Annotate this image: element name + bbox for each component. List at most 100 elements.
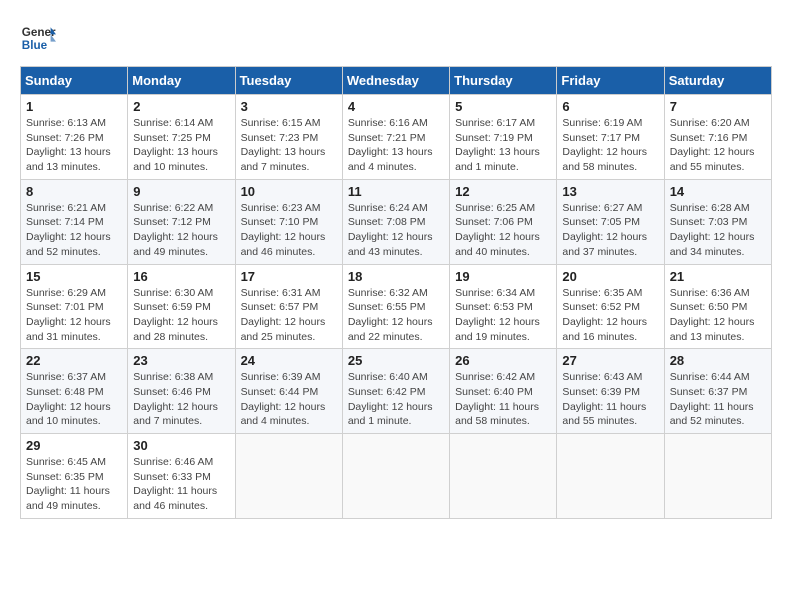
day-number: 9 xyxy=(133,184,229,199)
day-number: 12 xyxy=(455,184,551,199)
day-info: Sunrise: 6:42 AMSunset: 6:40 PMDaylight:… xyxy=(455,371,539,427)
calendar-cell xyxy=(342,434,449,519)
calendar-cell: 3 Sunrise: 6:15 AMSunset: 7:23 PMDaylight… xyxy=(235,95,342,180)
weekday-header-thursday: Thursday xyxy=(450,67,557,95)
calendar-cell: 20 Sunrise: 6:35 AMSunset: 6:52 PMDayligh… xyxy=(557,264,664,349)
logo-icon: General Blue xyxy=(20,20,56,56)
day-number: 4 xyxy=(348,99,444,114)
calendar-cell xyxy=(664,434,771,519)
day-number: 5 xyxy=(455,99,551,114)
day-number: 25 xyxy=(348,353,444,368)
day-number: 19 xyxy=(455,269,551,284)
calendar-cell: 28 Sunrise: 6:44 AMSunset: 6:37 PMDayligh… xyxy=(664,349,771,434)
calendar-cell: 29 Sunrise: 6:45 AMSunset: 6:35 PMDayligh… xyxy=(21,434,128,519)
day-info: Sunrise: 6:27 AMSunset: 7:05 PMDaylight:… xyxy=(562,202,647,258)
calendar-cell: 27 Sunrise: 6:43 AMSunset: 6:39 PMDayligh… xyxy=(557,349,664,434)
day-number: 27 xyxy=(562,353,658,368)
weekday-header-friday: Friday xyxy=(557,67,664,95)
day-number: 2 xyxy=(133,99,229,114)
day-info: Sunrise: 6:20 AMSunset: 7:16 PMDaylight:… xyxy=(670,117,755,173)
svg-text:Blue: Blue xyxy=(22,39,48,52)
day-number: 15 xyxy=(26,269,122,284)
calendar-cell: 12 Sunrise: 6:25 AMSunset: 7:06 PMDayligh… xyxy=(450,179,557,264)
day-info: Sunrise: 6:38 AMSunset: 6:46 PMDaylight:… xyxy=(133,371,218,427)
calendar-cell xyxy=(557,434,664,519)
calendar-cell: 1 Sunrise: 6:13 AMSunset: 7:26 PMDaylight… xyxy=(21,95,128,180)
calendar-cell: 22 Sunrise: 6:37 AMSunset: 6:48 PMDayligh… xyxy=(21,349,128,434)
calendar-week-row: 29 Sunrise: 6:45 AMSunset: 6:35 PMDayligh… xyxy=(21,434,772,519)
day-number: 29 xyxy=(26,438,122,453)
day-info: Sunrise: 6:25 AMSunset: 7:06 PMDaylight:… xyxy=(455,202,540,258)
calendar-cell: 18 Sunrise: 6:32 AMSunset: 6:55 PMDayligh… xyxy=(342,264,449,349)
day-info: Sunrise: 6:23 AMSunset: 7:10 PMDaylight:… xyxy=(241,202,326,258)
day-number: 11 xyxy=(348,184,444,199)
day-info: Sunrise: 6:45 AMSunset: 6:35 PMDaylight:… xyxy=(26,456,110,512)
calendar-cell: 15 Sunrise: 6:29 AMSunset: 7:01 PMDayligh… xyxy=(21,264,128,349)
calendar-week-row: 22 Sunrise: 6:37 AMSunset: 6:48 PMDayligh… xyxy=(21,349,772,434)
day-info: Sunrise: 6:43 AMSunset: 6:39 PMDaylight:… xyxy=(562,371,646,427)
day-number: 6 xyxy=(562,99,658,114)
day-info: Sunrise: 6:34 AMSunset: 6:53 PMDaylight:… xyxy=(455,287,540,343)
calendar-cell: 16 Sunrise: 6:30 AMSunset: 6:59 PMDayligh… xyxy=(128,264,235,349)
weekday-header-row: SundayMondayTuesdayWednesdayThursdayFrid… xyxy=(21,67,772,95)
calendar-cell: 17Sunrise: 6:31 AMSunset: 6:57 PMDayligh… xyxy=(235,264,342,349)
day-info: Sunrise: 6:24 AMSunset: 7:08 PMDaylight:… xyxy=(348,202,433,258)
calendar-cell: 4Sunrise: 6:16 AMSunset: 7:21 PMDaylight… xyxy=(342,95,449,180)
weekday-header-tuesday: Tuesday xyxy=(235,67,342,95)
day-info: Sunrise: 6:13 AMSunset: 7:26 PMDaylight:… xyxy=(26,117,111,173)
day-info: Sunrise: 6:15 AMSunset: 7:23 PMDaylight:… xyxy=(241,117,326,173)
day-number: 14 xyxy=(670,184,766,199)
day-number: 28 xyxy=(670,353,766,368)
day-info: Sunrise: 6:37 AMSunset: 6:48 PMDaylight:… xyxy=(26,371,111,427)
day-number: 18 xyxy=(348,269,444,284)
calendar-cell: 5 Sunrise: 6:17 AMSunset: 7:19 PMDaylight… xyxy=(450,95,557,180)
calendar-cell: 25Sunrise: 6:40 AMSunset: 6:42 PMDayligh… xyxy=(342,349,449,434)
day-info: Sunrise: 6:28 AMSunset: 7:03 PMDaylight:… xyxy=(670,202,755,258)
calendar-week-row: 1 Sunrise: 6:13 AMSunset: 7:26 PMDaylight… xyxy=(21,95,772,180)
day-number: 17 xyxy=(241,269,337,284)
day-info: Sunrise: 6:35 AMSunset: 6:52 PMDaylight:… xyxy=(562,287,647,343)
calendar-cell: 8Sunrise: 6:21 AMSunset: 7:14 PMDaylight… xyxy=(21,179,128,264)
page-header: General Blue xyxy=(20,20,772,56)
day-number: 1 xyxy=(26,99,122,114)
weekday-header-monday: Monday xyxy=(128,67,235,95)
day-info: Sunrise: 6:21 AMSunset: 7:14 PMDaylight:… xyxy=(26,202,111,258)
weekday-header-sunday: Sunday xyxy=(21,67,128,95)
day-info: Sunrise: 6:46 AMSunset: 6:33 PMDaylight:… xyxy=(133,456,217,512)
calendar-cell: 7 Sunrise: 6:20 AMSunset: 7:16 PMDaylight… xyxy=(664,95,771,180)
day-number: 3 xyxy=(241,99,337,114)
calendar-week-row: 8Sunrise: 6:21 AMSunset: 7:14 PMDaylight… xyxy=(21,179,772,264)
calendar-cell xyxy=(235,434,342,519)
calendar-cell: 9 Sunrise: 6:22 AMSunset: 7:12 PMDaylight… xyxy=(128,179,235,264)
calendar-cell: 2Sunrise: 6:14 AMSunset: 7:25 PMDaylight… xyxy=(128,95,235,180)
day-number: 10 xyxy=(241,184,337,199)
calendar-week-row: 15 Sunrise: 6:29 AMSunset: 7:01 PMDayligh… xyxy=(21,264,772,349)
calendar-cell: 30 Sunrise: 6:46 AMSunset: 6:33 PMDayligh… xyxy=(128,434,235,519)
calendar-cell: 21Sunrise: 6:36 AMSunset: 6:50 PMDayligh… xyxy=(664,264,771,349)
day-info: Sunrise: 6:19 AMSunset: 7:17 PMDaylight:… xyxy=(562,117,647,173)
calendar-cell: 14 Sunrise: 6:28 AMSunset: 7:03 PMDayligh… xyxy=(664,179,771,264)
day-number: 24 xyxy=(241,353,337,368)
day-info: Sunrise: 6:17 AMSunset: 7:19 PMDaylight:… xyxy=(455,117,540,173)
day-number: 7 xyxy=(670,99,766,114)
calendar-cell: 26 Sunrise: 6:42 AMSunset: 6:40 PMDayligh… xyxy=(450,349,557,434)
day-info: Sunrise: 6:44 AMSunset: 6:37 PMDaylight:… xyxy=(670,371,754,427)
day-number: 30 xyxy=(133,438,229,453)
calendar-cell xyxy=(450,434,557,519)
calendar-cell: 11 Sunrise: 6:24 AMSunset: 7:08 PMDayligh… xyxy=(342,179,449,264)
weekday-header-wednesday: Wednesday xyxy=(342,67,449,95)
day-number: 26 xyxy=(455,353,551,368)
weekday-header-saturday: Saturday xyxy=(664,67,771,95)
day-info: Sunrise: 6:32 AMSunset: 6:55 PMDaylight:… xyxy=(348,287,433,343)
logo: General Blue xyxy=(20,20,56,56)
day-info: Sunrise: 6:29 AMSunset: 7:01 PMDaylight:… xyxy=(26,287,111,343)
day-info: Sunrise: 6:30 AMSunset: 6:59 PMDaylight:… xyxy=(133,287,218,343)
day-number: 20 xyxy=(562,269,658,284)
day-info: Sunrise: 6:39 AMSunset: 6:44 PMDaylight:… xyxy=(241,371,326,427)
day-number: 16 xyxy=(133,269,229,284)
day-number: 22 xyxy=(26,353,122,368)
day-info: Sunrise: 6:36 AMSunset: 6:50 PMDaylight:… xyxy=(670,287,755,343)
calendar-table: SundayMondayTuesdayWednesdayThursdayFrid… xyxy=(20,66,772,519)
calendar-cell: 10 Sunrise: 6:23 AMSunset: 7:10 PMDayligh… xyxy=(235,179,342,264)
day-info: Sunrise: 6:22 AMSunset: 7:12 PMDaylight:… xyxy=(133,202,218,258)
